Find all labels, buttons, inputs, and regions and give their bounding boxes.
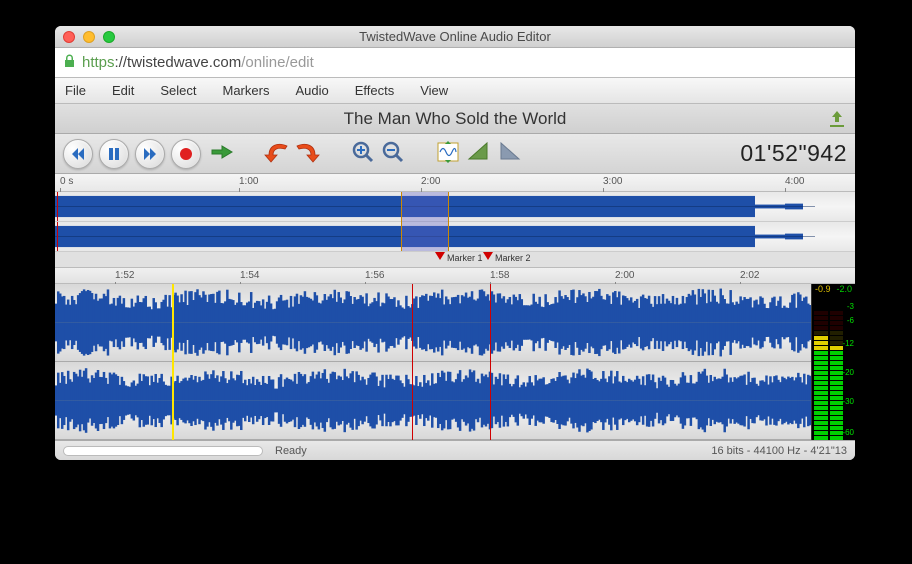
lock-icon [63,54,76,71]
overview-waveform[interactable] [55,192,855,252]
status-bar: Ready 16 bits - 44100 Hz - 4'21"13 [55,440,855,460]
vu-peak-left: -0.9 [812,284,834,296]
detail-channel-right [55,362,811,440]
menu-markers[interactable]: Markers [223,83,270,98]
window-title: TwistedWave Online Audio Editor [55,29,855,44]
detail-waveform[interactable] [55,284,811,440]
marker-1-line[interactable] [412,284,413,440]
ruler-tick: 1:54 [240,270,259,281]
url-text: https://twistedwave.com/online/edit [82,54,314,71]
marker-row[interactable]: Marker 1 Marker 2 [55,252,855,268]
detail-view: -0.9 -2.0 -3 -6 -12 -20 -30 -60 [55,284,855,440]
download-icon[interactable] [827,109,847,129]
overview-selection[interactable] [401,192,449,251]
detail-channel-left [55,284,811,362]
ruler-tick: 3:00 [603,176,622,187]
toolbar: 01'52"942 [55,134,855,174]
start-marker [57,192,58,221]
menu-select[interactable]: Select [160,83,196,98]
marker-2-line[interactable] [490,284,491,440]
play-arrow-icon[interactable] [211,143,233,164]
pause-button[interactable] [99,139,129,169]
ruler-tick: 2:00 [421,176,440,187]
vu-scale: -3 -6 -12 -20 -30 -60 [843,296,854,440]
playhead[interactable] [172,284,174,440]
ruler-tick: 1:58 [490,270,509,281]
track-title: The Man Who Sold the World [344,109,567,129]
menu-effects[interactable]: Effects [355,83,395,98]
rewind-button[interactable] [63,139,93,169]
zoom-in-button[interactable] [351,140,375,167]
maximize-window-button[interactable] [103,31,115,43]
undo-button[interactable] [263,141,289,166]
detail-ruler[interactable]: 1:52 1:54 1:56 1:58 2:00 2:02 [55,268,855,284]
vertical-fit-button[interactable] [435,140,461,167]
marker-2[interactable]: Marker 2 [483,252,531,263]
menu-audio[interactable]: Audio [295,83,328,98]
menu-view[interactable]: View [420,83,448,98]
ruler-tick: 1:52 [115,270,134,281]
record-button[interactable] [171,139,201,169]
marker-1[interactable]: Marker 1 [435,252,483,263]
menu-bar: File Edit Select Markers Audio Effects V… [55,78,855,104]
ruler-tick: 2:00 [615,270,634,281]
minimize-window-button[interactable] [83,31,95,43]
fade-out-button[interactable] [497,141,521,166]
status-text: Ready [275,445,307,457]
zoom-out-button[interactable] [381,140,405,167]
traffic-lights [55,31,115,43]
titlebar: TwistedWave Online Audio Editor [55,26,855,48]
overview-ruler[interactable]: 0 s 1:00 2:00 3:00 4:00 [55,174,855,192]
ruler-tick: 0 s [60,176,73,187]
vu-bars [814,296,843,440]
ruler-tick: 4:00 [785,176,804,187]
ruler-tick: 1:56 [365,270,384,281]
ruler-tick: 1:00 [239,176,258,187]
menu-edit[interactable]: Edit [112,83,134,98]
vu-peak-right: -2.0 [834,284,856,296]
close-window-button[interactable] [63,31,75,43]
track-header: The Man Who Sold the World [55,104,855,134]
url-bar[interactable]: https://twistedwave.com/online/edit [55,48,855,78]
app-window: TwistedWave Online Audio Editor https://… [55,26,855,460]
status-info: 16 bits - 44100 Hz - 4'21"13 [711,445,847,457]
ruler-tick: 2:02 [740,270,759,281]
redo-button[interactable] [295,141,321,166]
start-marker [57,222,58,251]
forward-button[interactable] [135,139,165,169]
time-display: 01'52"942 [740,140,847,167]
overview-channel-left [55,192,855,222]
progress-bar [63,446,263,456]
vu-meter: -0.9 -2.0 -3 -6 -12 -20 -30 -60 [811,284,855,440]
menu-file[interactable]: File [65,83,86,98]
overview-channel-right [55,222,855,252]
fade-in-button[interactable] [467,141,491,166]
